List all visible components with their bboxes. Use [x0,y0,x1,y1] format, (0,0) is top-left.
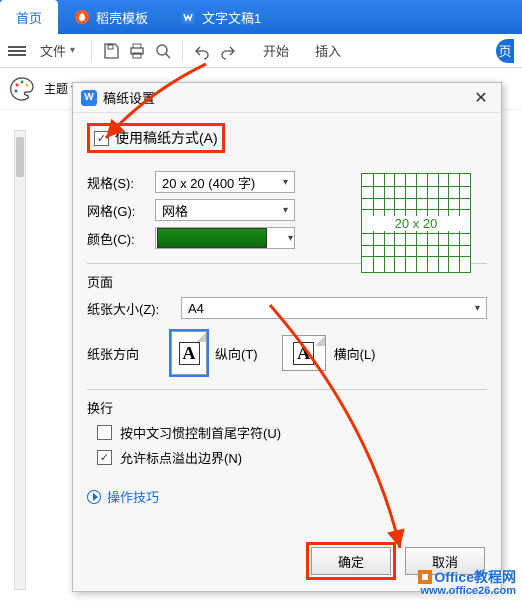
ok-label: 确定 [338,552,364,571]
app-icon: W [81,90,97,106]
undo-icon[interactable] [193,42,211,60]
chevron-down-icon: ▾ [288,233,293,244]
watermark-brand: Office教程网 [434,570,516,585]
separator [91,41,92,61]
grid-label: 网格(G): [87,201,147,220]
grid-value: 网格 [162,201,188,220]
chevron-down-icon: ▾ [70,45,75,56]
landscape-label: 横向(L) [334,344,376,363]
watermark-icon [418,570,432,584]
dialog-body: 使用稿纸方式(A) 规格(S): 20 x 20 (400 字) ▾ 网格(G)… [73,113,501,537]
tab-template[interactable]: 稻壳模板 [58,0,164,34]
portrait-button[interactable]: A [171,331,207,375]
tab-doc-label: 文字文稿1 [202,8,261,27]
grid-paper-dialog: W 稿纸设置 ✕ 使用稿纸方式(A) 规格(S): 20 x 20 (400 字… [72,82,502,592]
tips-label: 操作技巧 [107,487,159,506]
watermark: Office教程网 www.office26.com [418,570,516,597]
flame-icon [74,9,90,25]
landscape-button[interactable]: A [282,335,326,371]
menu-insert[interactable]: 插入 [315,41,341,60]
file-menu[interactable]: 文件 ▾ [34,39,81,62]
wrap-section-label: 换行 [87,398,487,417]
tips-link[interactable]: 操作技巧 [87,487,487,506]
scrollbar-thumb[interactable] [16,137,24,177]
grid-preview: 20 x 20 [361,173,471,273]
dialog-title: 稿纸设置 [103,88,155,107]
tab-doc[interactable]: 文字文稿1 [164,0,277,34]
color-swatch [157,228,267,248]
spec-select[interactable]: 20 x 20 (400 字) ▾ [155,171,295,193]
separator [87,389,487,390]
use-grid-row: 使用稿纸方式(A) [87,123,225,153]
page-section-label: 页面 [87,272,487,291]
ribbon-toolbar: 文件 ▾ 开始 插入 页 [0,34,522,68]
orientation-row: 纸张方向 A 纵向(T) A 横向(L) [87,331,487,375]
spec-value: 20 x 20 (400 字) [162,173,255,192]
wrap-punct-label: 允许标点溢出边界(N) [120,448,242,467]
print-icon[interactable] [128,42,146,60]
preview-icon[interactable] [154,42,172,60]
doc-icon [180,9,196,25]
preview-caption: 20 x 20 [362,216,470,231]
color-label: 颜色(C): [87,229,147,248]
wrap-cjk-row: 按中文习惯控制首尾字符(U) [97,423,487,442]
wrap-punct-checkbox[interactable] [97,450,112,465]
ribbon-page-label: 页 [498,41,511,60]
wrap-cjk-label: 按中文习惯控制首尾字符(U) [120,423,281,442]
paper-size-row: 纸张大小(Z): A4 ▾ [87,297,487,319]
close-button[interactable]: ✕ [469,86,493,110]
spec-label: 规格(S): [87,173,147,192]
color-select[interactable]: ▾ [155,227,295,249]
redo-icon[interactable] [219,42,237,60]
document-scrollbar[interactable] [14,130,26,590]
chevron-down-icon: ▾ [283,177,288,188]
dialog-titlebar: W 稿纸设置 ✕ [73,83,501,113]
watermark-url: www.office26.com [420,585,516,597]
tab-template-label: 稻壳模板 [96,8,148,27]
menu-icon[interactable] [8,44,26,58]
wrap-punct-row: 允许标点溢出边界(N) [97,448,487,467]
app-tabbar: 首页 稻壳模板 文字文稿1 [0,0,522,34]
paper-size-value: A4 [188,301,204,316]
menu-start[interactable]: 开始 [263,41,289,60]
wrap-cjk-checkbox[interactable] [97,425,112,440]
close-icon: ✕ [474,88,487,108]
ok-button[interactable]: 确定 [311,547,391,575]
palette-icon[interactable] [8,75,36,103]
tab-home-label: 首页 [16,8,42,27]
cancel-label: 取消 [432,552,458,571]
theme-label: 主题 [44,80,68,97]
ribbon-page-button[interactable]: 页 [496,39,514,63]
file-menu-label: 文件 [40,41,66,60]
use-grid-checkbox[interactable] [94,131,109,146]
chevron-down-icon: ▾ [283,205,288,216]
tab-home[interactable]: 首页 [0,0,58,34]
save-icon[interactable] [102,42,120,60]
portrait-label: 纵向(T) [215,344,258,363]
play-icon [87,490,101,504]
paper-size-select[interactable]: A4 ▾ [181,297,487,319]
chevron-down-icon: ▾ [475,303,480,314]
grid-select[interactable]: 网格 ▾ [155,199,295,221]
orientation-label: 纸张方向 [87,344,147,363]
use-grid-label: 使用稿纸方式(A) [115,128,218,148]
separator [182,41,183,61]
paper-size-label: 纸张大小(Z): [87,299,173,318]
